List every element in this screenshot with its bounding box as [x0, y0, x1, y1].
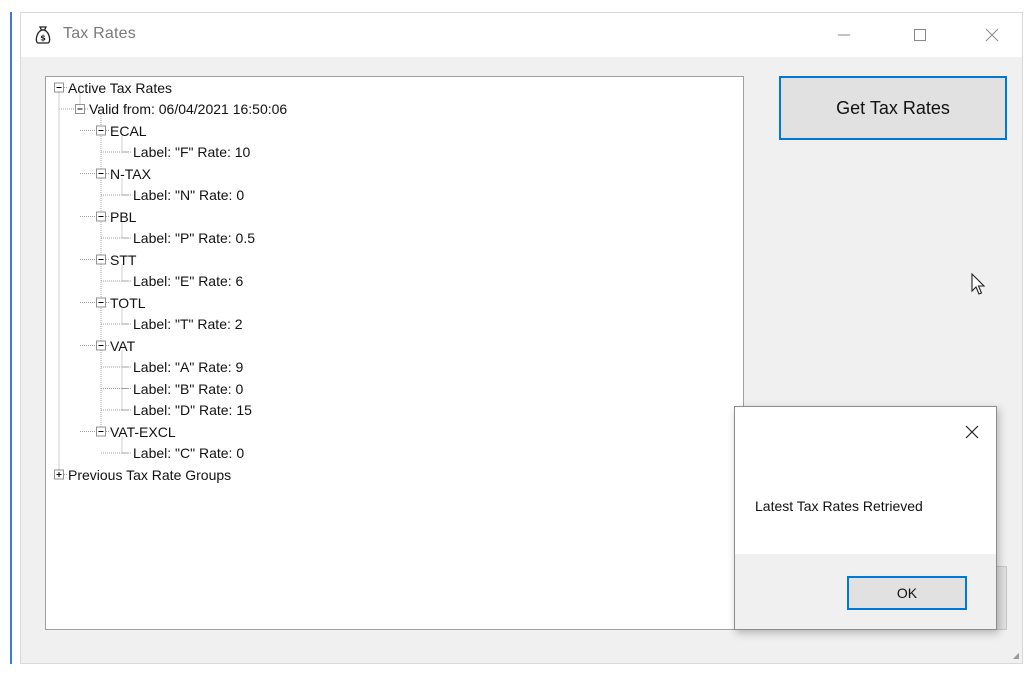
tree-node-group[interactable]: VAT: [110, 338, 135, 354]
close-icon: [965, 425, 979, 439]
title-bar[interactable]: $ Tax Rates: [21, 13, 1022, 57]
tree-node-group[interactable]: N-TAX: [110, 166, 151, 182]
maximize-icon: [914, 29, 926, 41]
tree-node-label[interactable]: Label: "C" Rate: 0: [133, 445, 244, 461]
tree-node-root[interactable]: Active Tax Rates: [68, 80, 172, 96]
expand-icon[interactable]: [54, 469, 64, 480]
mouse-cursor-icon: [971, 273, 986, 295]
close-button[interactable]: [969, 13, 1015, 57]
ok-button[interactable]: OK: [847, 576, 967, 610]
minimize-button[interactable]: [821, 13, 867, 57]
tax-rates-tree[interactable]: Active Tax Rates Valid from: 06/04/2021 1…: [45, 76, 744, 630]
money-bag-icon: $: [35, 26, 51, 44]
collapse-icon[interactable]: [96, 168, 106, 179]
close-icon: [985, 28, 999, 42]
message-dialog: Latest Tax Rates Retrieved OK: [734, 406, 997, 630]
tree-node-label[interactable]: Label: "D" Rate: 15: [133, 402, 252, 418]
collapse-icon[interactable]: [96, 297, 106, 308]
collapse-icon[interactable]: [96, 125, 106, 136]
background-window-edge: [10, 12, 12, 664]
tree-node-label[interactable]: Label: "B" Rate: 0: [133, 381, 243, 397]
maximize-button[interactable]: [897, 13, 943, 57]
collapse-icon[interactable]: [96, 426, 106, 437]
collapse-icon[interactable]: [96, 211, 106, 222]
dialog-footer: OK: [735, 554, 996, 629]
tree-node-label[interactable]: Label: "F" Rate: 10: [133, 144, 250, 160]
svg-text:$: $: [40, 34, 46, 43]
dialog-message: Latest Tax Rates Retrieved: [755, 498, 923, 514]
tree-node-group[interactable]: TOTL: [110, 295, 146, 311]
tree-node-previous[interactable]: Previous Tax Rate Groups: [68, 467, 231, 483]
tree-node-label[interactable]: Label: "P" Rate: 0.5: [133, 230, 255, 246]
minimize-icon: [838, 34, 850, 36]
collapse-icon[interactable]: [96, 340, 106, 351]
tree-node-valid-from[interactable]: Valid from: 06/04/2021 16:50:06: [89, 101, 287, 117]
tree-node-group[interactable]: VAT-EXCL: [110, 424, 176, 440]
tree-node-label[interactable]: Label: "A" Rate: 9: [133, 359, 243, 375]
tree-node-label[interactable]: Label: "T" Rate: 2: [133, 316, 243, 332]
tree-node-group[interactable]: ECAL: [110, 123, 147, 139]
collapse-icon[interactable]: [96, 254, 106, 265]
get-tax-rates-button[interactable]: Get Tax Rates: [779, 76, 1007, 140]
tree-node-label[interactable]: Label: "N" Rate: 0: [133, 187, 244, 203]
tree-node-label[interactable]: Label: "E" Rate: 6: [133, 273, 243, 289]
collapse-icon[interactable]: [54, 82, 64, 93]
dialog-close-button[interactable]: [961, 421, 983, 443]
tree-node-group[interactable]: STT: [110, 252, 136, 268]
resize-grip-icon[interactable]: ◢: [1013, 651, 1019, 660]
collapse-icon[interactable]: [75, 104, 85, 114]
tax-rates-window: $ Tax Rates Active Tax Rates Valid from: …: [20, 12, 1023, 664]
window-title: Tax Rates: [63, 25, 136, 42]
tree-node-group[interactable]: PBL: [110, 209, 136, 225]
